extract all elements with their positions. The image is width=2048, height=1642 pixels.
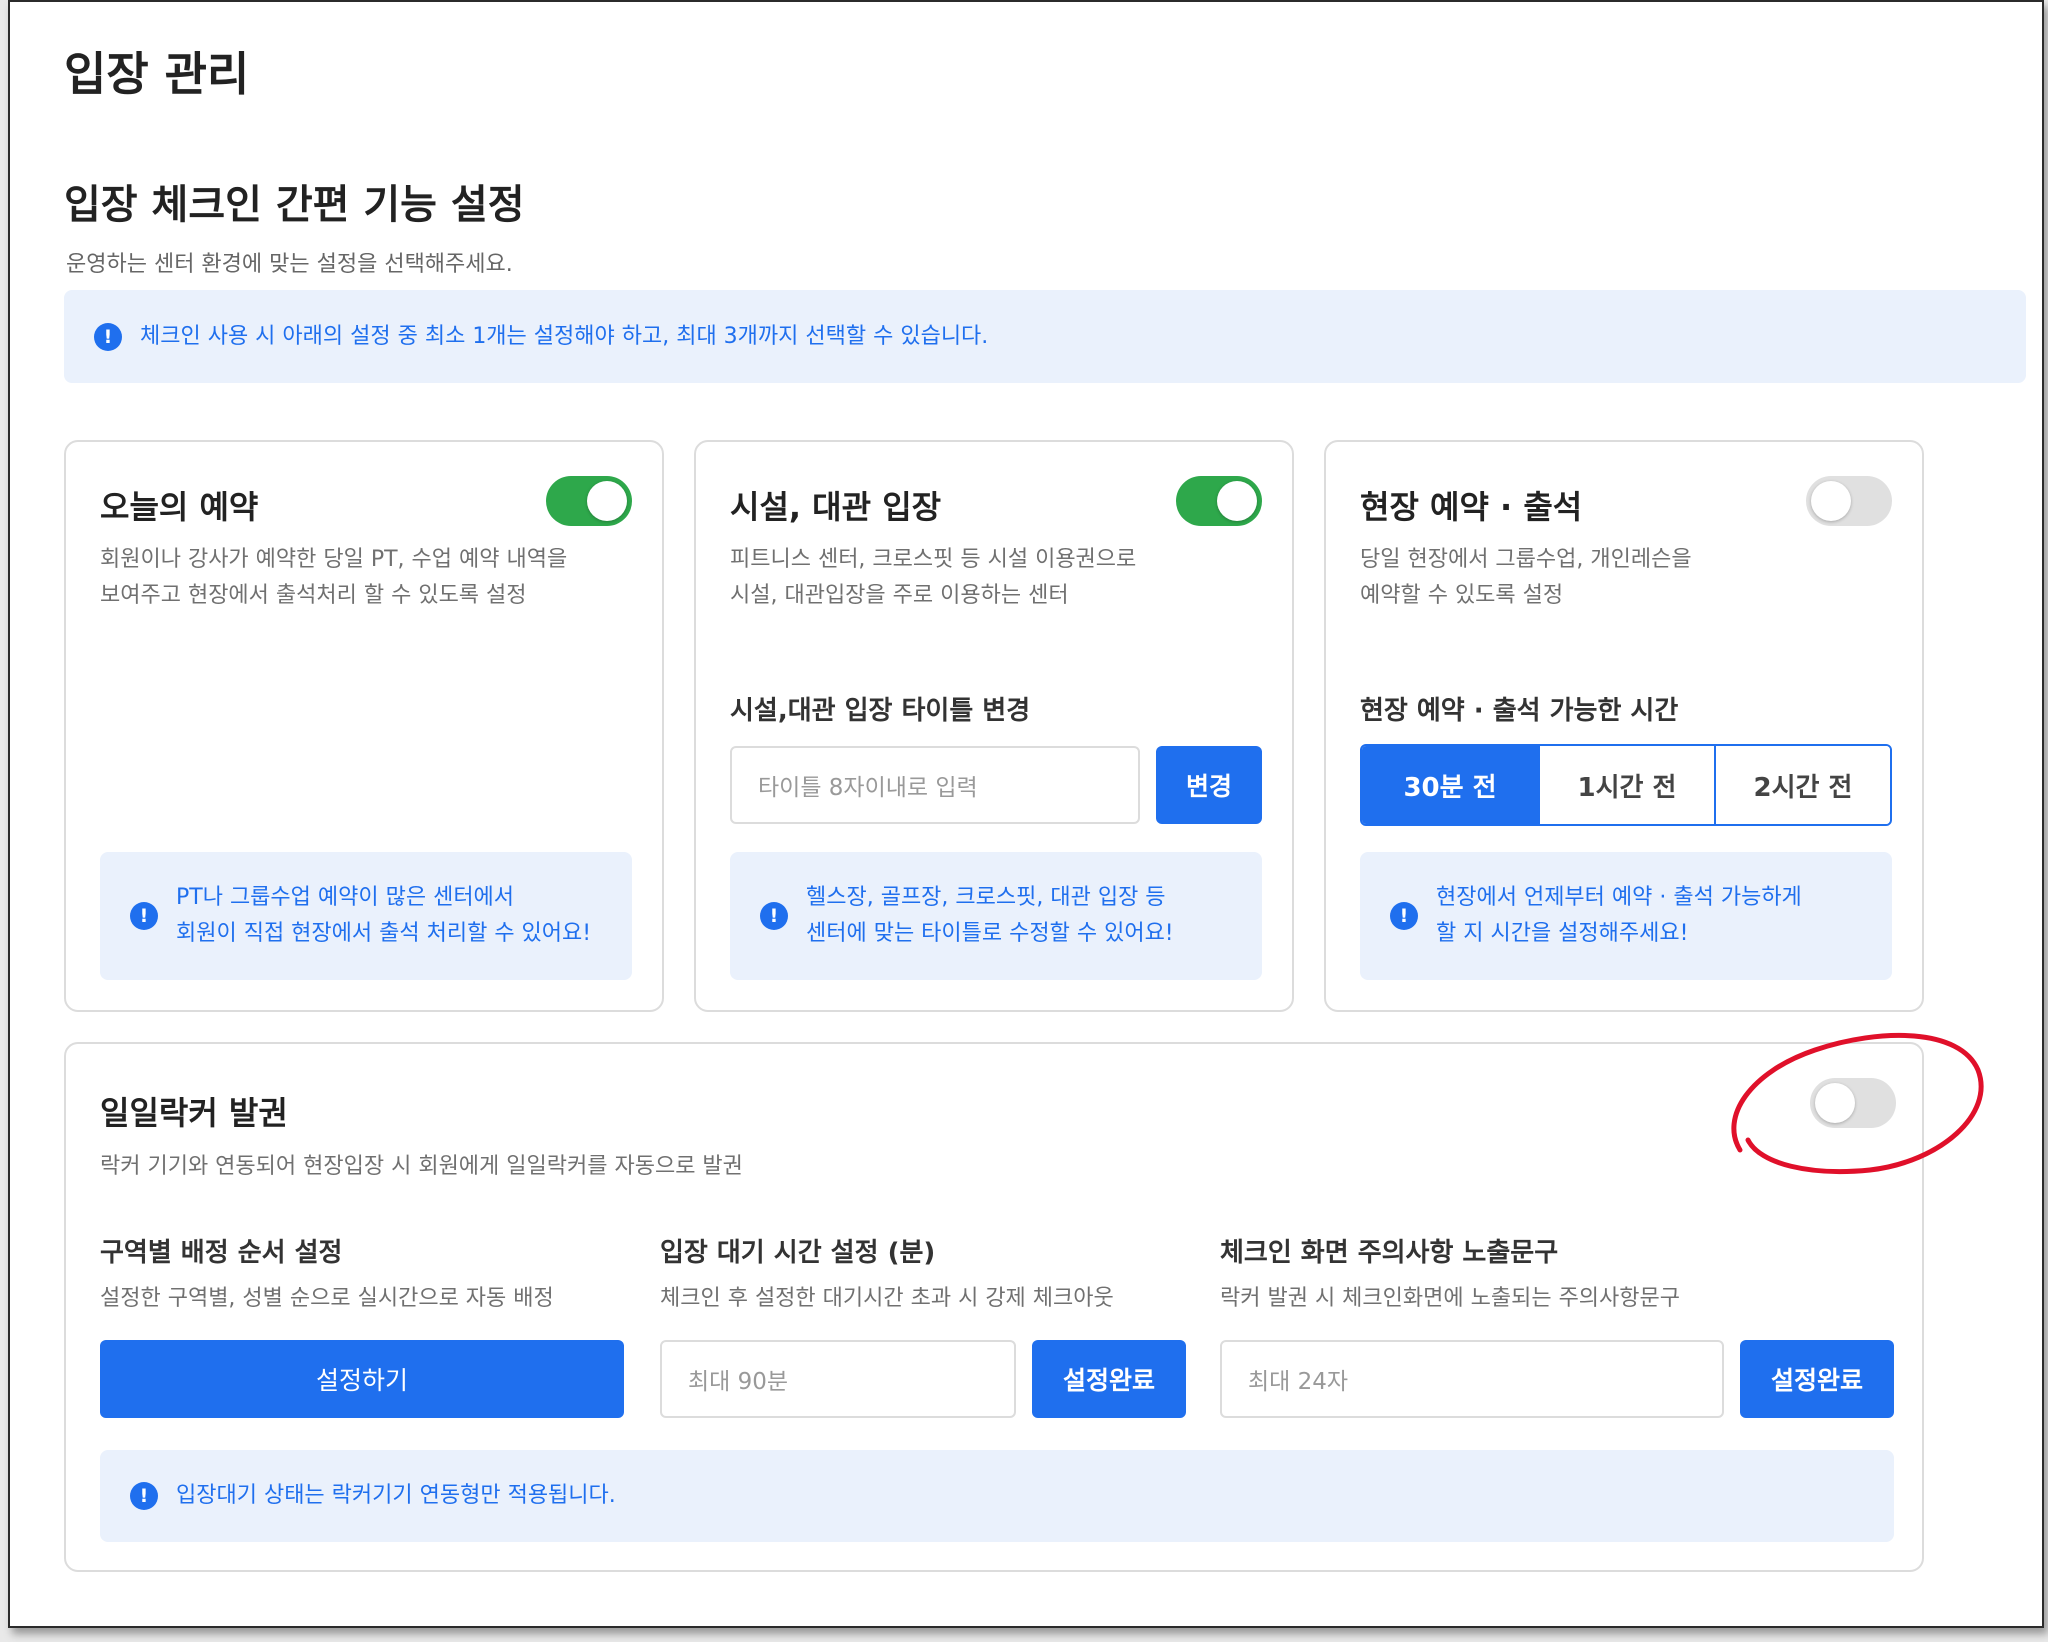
zone-order-label: 구역별 배정 순서 설정 <box>100 1238 343 1268</box>
card-description-line: 회원이나 강사가 예약한 당일 PT, 수업 예약 내역을 <box>100 547 568 572</box>
card-notice-text: 현장에서 언제부터 예약 · 출석 가능하게 할 지 시간을 설정해주세요! <box>1436 880 1802 952</box>
caution-text-save-button[interactable]: 설정완료 <box>1740 1340 1894 1418</box>
toggle-knob <box>587 481 627 521</box>
card-description: 당일 현장에서 그룹수업, 개인레슨을 예약할 수 있도록 설정 <box>1360 542 1692 614</box>
caution-text-label: 체크인 화면 주의사항 노출문구 <box>1220 1238 1559 1268</box>
card-notice-line: 할 지 시간을 설정해주세요! <box>1436 921 1689 946</box>
caution-text-input[interactable]: 최대 24자 <box>1220 1340 1724 1418</box>
section-title: 입장 체크인 간편 기능 설정 <box>64 182 525 228</box>
locker-notice: ! 입장대기 상태는 락커기기 연동형만 적용됩니다. <box>100 1450 1894 1542</box>
option-30min[interactable]: 30분 전 <box>1362 746 1538 824</box>
card-title: 시설, 대관 입장 <box>730 488 942 526</box>
card-title: 오늘의 예약 <box>100 488 259 526</box>
card-description: 피트니스 센터, 크로스핏 등 시설 이용권으로 시설, 대관입장을 주로 이용… <box>730 542 1136 614</box>
toggle-knob <box>1811 481 1851 521</box>
info-icon: ! <box>760 902 788 930</box>
facility-title-input[interactable]: 타이틀 8자이내로 입력 <box>730 746 1140 824</box>
facility-entry-toggle[interactable] <box>1176 476 1262 526</box>
app-frame: 입장 관리 입장 체크인 간편 기능 설정 운영하는 센터 환경에 맞는 설정을… <box>8 0 2044 1628</box>
info-icon: ! <box>130 902 158 930</box>
section-description: 운영하는 센터 환경에 맞는 설정을 선택해주세요. <box>66 252 513 277</box>
annotation-circle <box>1731 1032 1984 1175</box>
card-notice-line: 현장에서 언제부터 예약 · 출석 가능하게 <box>1436 885 1802 910</box>
facility-title-change-button[interactable]: 변경 <box>1156 746 1262 824</box>
zone-order-description: 설정한 구역별, 성별 순으로 실시간으로 자동 배정 <box>100 1286 554 1311</box>
checkin-notice-text: 체크인 사용 시 아래의 설정 중 최소 1개는 설정해야 하고, 최대 3개까… <box>140 323 989 349</box>
card-notice-text: 헬스장, 골프장, 크로스핏, 대관 입장 등 센터에 맞는 타이틀로 수정할 … <box>806 880 1174 952</box>
option-2hour[interactable]: 2시간 전 <box>1714 746 1890 824</box>
page-title: 입장 관리 <box>64 47 250 101</box>
facility-title-label: 시설,대관 입장 타이틀 변경 <box>730 696 1031 726</box>
wait-time-label: 입장 대기 시간 설정 (분) <box>660 1238 936 1268</box>
card-title: 현장 예약 · 출석 <box>1360 488 1583 526</box>
card-description-line: 당일 현장에서 그룹수업, 개인레슨을 <box>1360 547 1692 572</box>
checkin-notice-banner: ! 체크인 사용 시 아래의 설정 중 최소 1개는 설정해야 하고, 최대 3… <box>64 290 2026 383</box>
card-onsite-reservation: 현장 예약 · 출석 당일 현장에서 그룹수업, 개인레슨을 예약할 수 있도록… <box>1324 440 1924 1012</box>
card-notice: ! 헬스장, 골프장, 크로스핏, 대관 입장 등 센터에 맞는 타이틀로 수정… <box>730 852 1262 980</box>
caution-text-description: 락커 발권 시 체크인화면에 노출되는 주의사항문구 <box>1220 1286 1681 1311</box>
wait-time-description: 체크인 후 설정한 대기시간 초과 시 강제 체크아웃 <box>660 1286 1114 1311</box>
card-title: 일일락커 발권 <box>100 1094 288 1132</box>
card-notice-line: 헬스장, 골프장, 크로스핏, 대관 입장 등 <box>806 885 1166 910</box>
today-reservation-toggle[interactable] <box>546 476 632 526</box>
locker-notice-text: 입장대기 상태는 락커기기 연동형만 적용됩니다. <box>176 1483 616 1508</box>
card-notice: ! 현장에서 언제부터 예약 · 출석 가능하게 할 지 시간을 설정해주세요! <box>1360 852 1892 980</box>
zone-order-setup-button[interactable]: 설정하기 <box>100 1340 624 1418</box>
wait-time-input[interactable]: 최대 90분 <box>660 1340 1016 1418</box>
card-description-line: 시설, 대관입장을 주로 이용하는 센터 <box>730 583 1069 608</box>
card-today-reservation: 오늘의 예약 회원이나 강사가 예약한 당일 PT, 수업 예약 내역을 보여주… <box>64 440 664 1012</box>
info-icon: ! <box>94 322 122 351</box>
onsite-time-label: 현장 예약 · 출석 가능한 시간 <box>1360 696 1679 726</box>
onsite-reservation-toggle[interactable] <box>1806 476 1892 526</box>
card-description: 회원이나 강사가 예약한 당일 PT, 수업 예약 내역을 보여주고 현장에서 … <box>100 542 567 614</box>
info-icon: ! <box>130 1482 158 1510</box>
card-notice-line: 센터에 맞는 타이틀로 수정할 수 있어요! <box>806 921 1174 946</box>
card-description-line: 피트니스 센터, 크로스핏 등 시설 이용권으로 <box>730 547 1137 572</box>
card-facility-entry: 시설, 대관 입장 피트니스 센터, 크로스핏 등 시설 이용권으로 시설, 대… <box>694 440 1294 1012</box>
onsite-time-selector: 30분 전 1시간 전 2시간 전 <box>1360 744 1892 826</box>
card-notice-text: PT나 그룹수업 예약이 많은 센터에서 회원이 직접 현장에서 출석 처리할 … <box>176 880 591 952</box>
toggle-knob <box>1217 481 1257 521</box>
card-daily-locker: 일일락커 발권 락커 기기와 연동되어 현장입장 시 회원에게 일일락커를 자동… <box>64 1042 1924 1572</box>
card-description-line: 예약할 수 있도록 설정 <box>1360 583 1564 608</box>
option-1hour[interactable]: 1시간 전 <box>1538 746 1714 824</box>
card-notice: ! PT나 그룹수업 예약이 많은 센터에서 회원이 직접 현장에서 출석 처리… <box>100 852 632 980</box>
card-description-line: 보여주고 현장에서 출석처리 할 수 있도록 설정 <box>100 583 527 608</box>
card-notice-line: 회원이 직접 현장에서 출석 처리할 수 있어요! <box>176 921 592 946</box>
card-notice-line: PT나 그룹수업 예약이 많은 센터에서 <box>176 885 515 910</box>
locker-description: 락커 기기와 연동되어 현장입장 시 회원에게 일일락커를 자동으로 발권 <box>100 1154 743 1179</box>
info-icon: ! <box>1390 902 1418 930</box>
wait-time-save-button[interactable]: 설정완료 <box>1032 1340 1186 1418</box>
